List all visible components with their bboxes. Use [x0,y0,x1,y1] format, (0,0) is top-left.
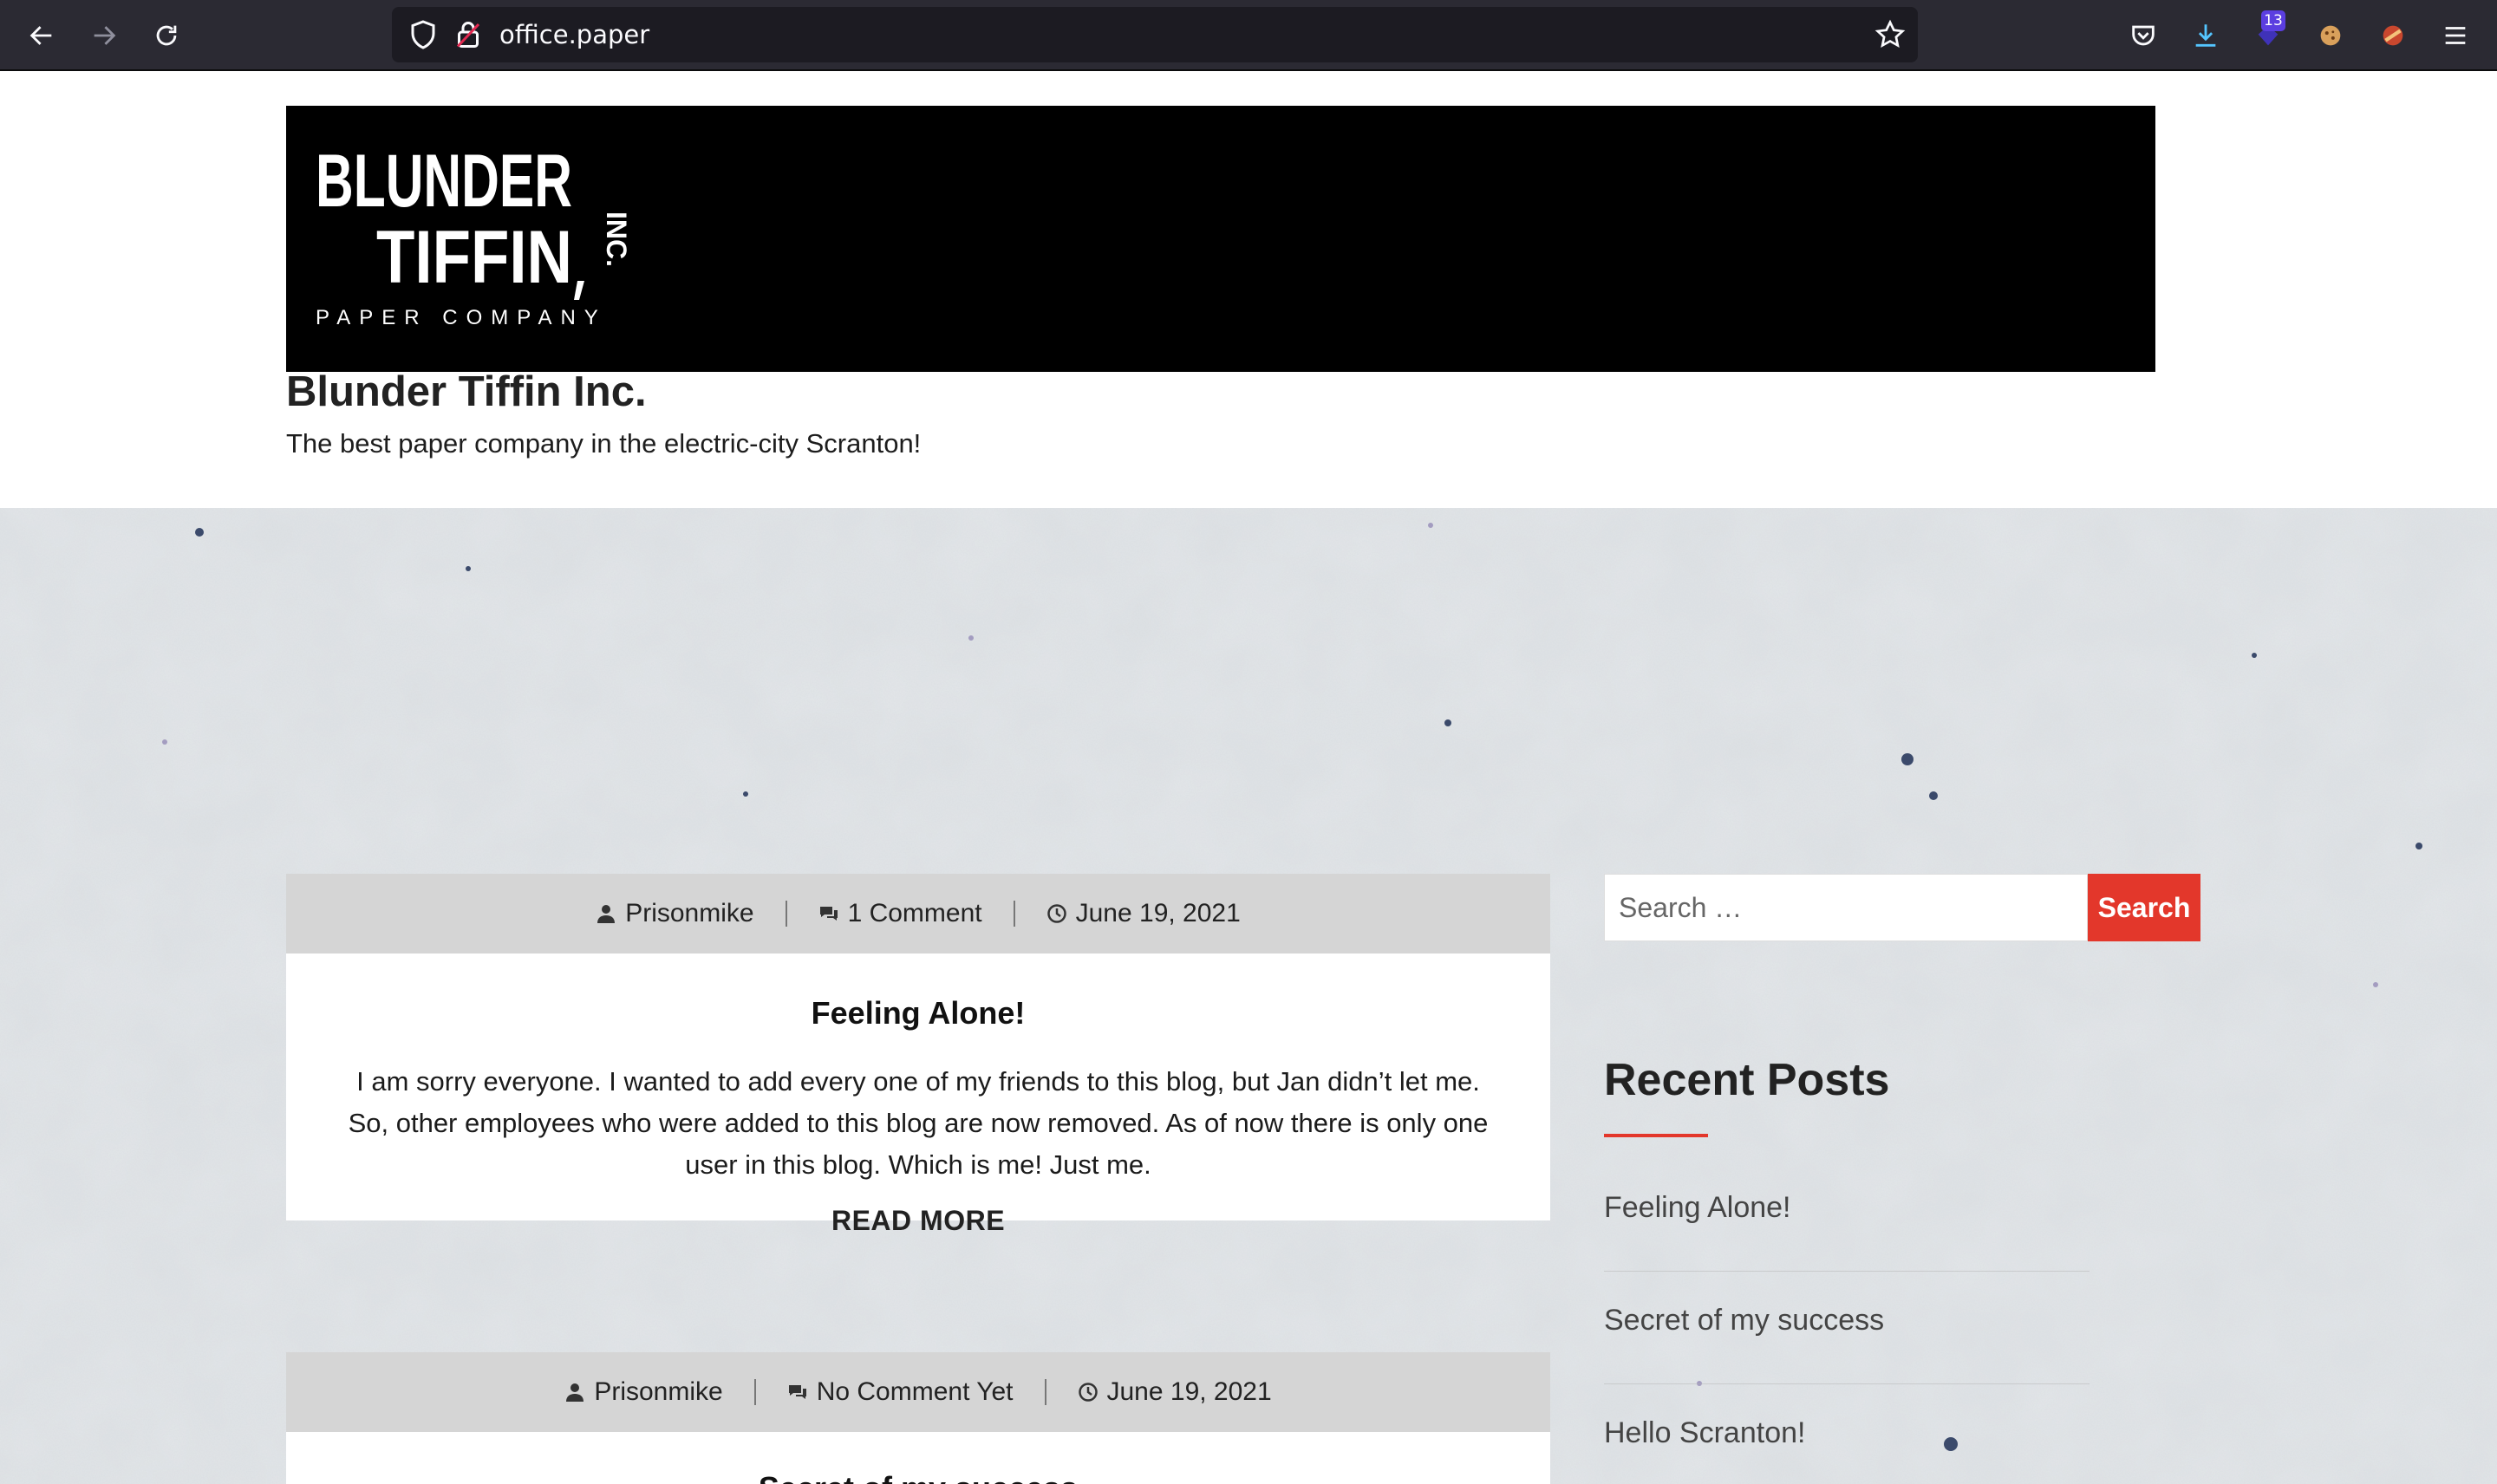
post-card: Prisonmike No Comment Yet June 19, 2021 … [286,1352,1550,1484]
post-card: Prisonmike 1 Comment June 19, 2021 Feeli… [286,874,1550,1236]
browser-toolbar: office.paper 13 [0,0,2497,71]
addon-button[interactable] [2374,16,2412,55]
site-tagline: The best paper company in the electric-c… [286,428,922,459]
author-name: Prisonmike [594,1377,723,1406]
cookie-extension-button[interactable] [2311,16,2350,55]
user-icon [566,1383,584,1402]
reload-icon [156,25,177,46]
clock-icon [1046,904,1066,923]
post-excerpt: I am sorry everyone. I wanted to add eve… [348,1066,1489,1180]
back-button[interactable] [23,16,61,55]
author-name: Prisonmike [625,899,754,928]
post-meta: Prisonmike No Comment Yet June 19, 2021 [286,1352,1550,1432]
menu-button[interactable] [2436,16,2474,55]
comments-icon [788,1385,806,1399]
post-comments[interactable]: 1 Comment [787,899,1014,928]
logo-comma [574,281,584,300]
logo-line1: BLUNDER [316,140,572,223]
clock-icon [1078,1383,1098,1402]
post-meta: Prisonmike 1 Comment June 19, 2021 [286,874,1550,954]
recent-divider [1604,1383,2090,1384]
logo-inc: INC. [601,212,628,267]
post-body: Secret of my success [286,1432,1550,1484]
post-author[interactable]: Prisonmike [533,1377,753,1407]
recent-post-link[interactable]: Hello Scranton! [1604,1416,2090,1450]
search-button[interactable]: Search [2088,874,2200,941]
post-author[interactable]: Prisonmike [564,899,785,928]
logo-sub: PAPER COMPANY [316,306,607,329]
pocket-icon [2132,25,2155,46]
site-title[interactable]: Blunder Tiffin Inc. [286,368,647,416]
tracking-shield-icon[interactable] [407,19,439,50]
cookie-icon [2320,25,2341,46]
search-input[interactable] [1604,874,2088,941]
back-arrow-icon [29,26,52,45]
recent-posts-heading: Recent Posts [1604,1055,1890,1105]
recent-post-link[interactable]: Feeling Alone! [1604,1191,2090,1225]
url-text: office.paper [499,20,650,49]
forward-button[interactable] [85,16,123,55]
forward-arrow-icon [94,26,116,45]
post-comments[interactable]: No Comment Yet [756,1377,1045,1407]
addon-icon [2383,25,2403,46]
company-logo[interactable]: BLUNDER TIFFIN INC. PAPER COMPANY [316,132,628,331]
comment-count: No Comment Yet [816,1377,1014,1406]
extension-badge: 13 [2261,10,2285,31]
pocket-button[interactable] [2124,16,2162,55]
heading-underline [1604,1134,1708,1137]
post-body: Feeling Alone! I am sorry everyone. I wa… [286,954,1550,1236]
date-text: June 19, 2021 [1075,899,1241,928]
user-icon [597,905,616,923]
hamburger-menu-icon [2445,27,2466,44]
reload-button[interactable] [147,16,186,55]
recent-post-link[interactable]: Secret of my success [1604,1304,2090,1338]
post-date[interactable]: June 19, 2021 [1046,1377,1303,1407]
recent-divider [1604,1271,2090,1272]
header-banner: BLUNDER TIFFIN INC. PAPER COMPANY [286,106,2155,372]
post-title[interactable]: Secret of my success [335,1467,1502,1484]
download-icon [2195,24,2216,47]
logo-line2: TIFFIN [376,216,572,299]
read-more-link[interactable]: READ MORE [831,1205,1005,1237]
post-date[interactable]: June 19, 2021 [1015,899,1272,928]
bookmark-star-icon[interactable] [1874,19,1906,50]
downloads-button[interactable] [2187,16,2225,55]
date-text: June 19, 2021 [1106,1377,1272,1406]
comment-count: 1 Comment [847,899,982,928]
insecure-lock-icon[interactable] [453,19,484,50]
address-bar[interactable]: office.paper [392,7,1918,62]
comments-icon [819,907,838,921]
post-title[interactable]: Feeling Alone! [335,992,1502,1035]
